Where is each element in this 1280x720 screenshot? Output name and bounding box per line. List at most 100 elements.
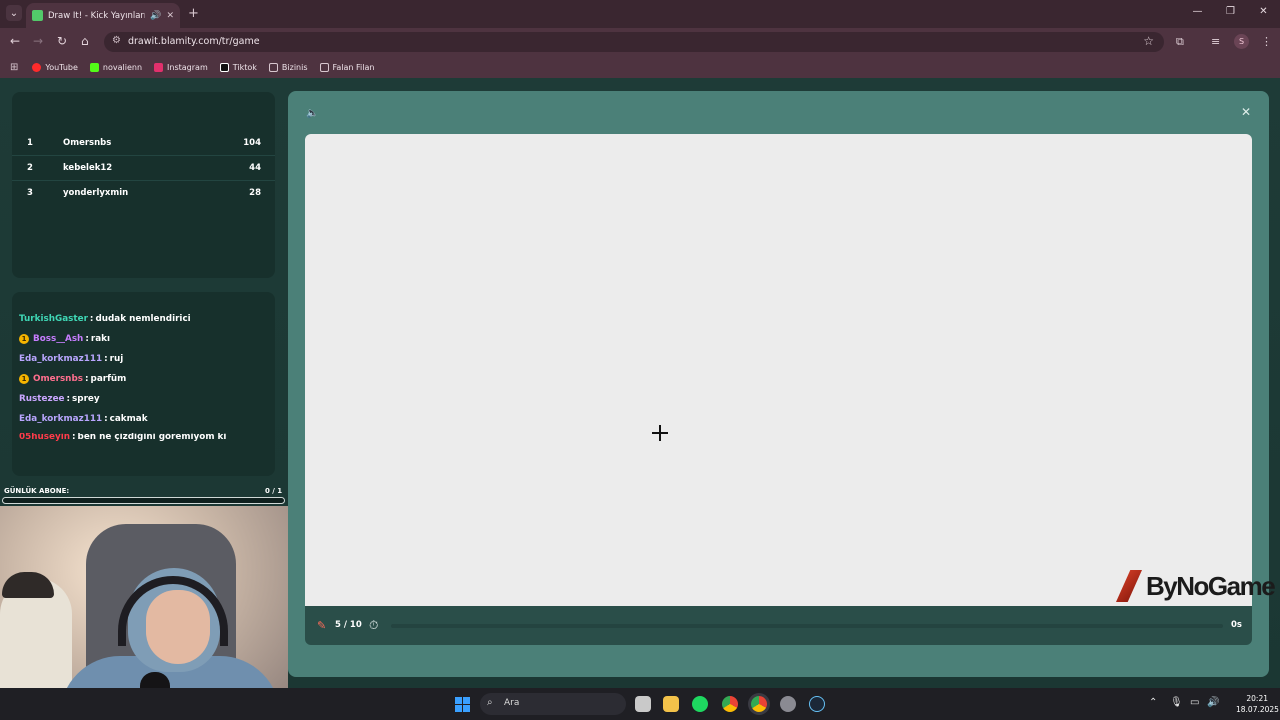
home-icon[interactable]: ⌂ [81,34,89,48]
chat-message: 1 Boss__Ash: rakı [19,334,110,344]
restore-icon[interactable]: ❐ [1214,6,1247,17]
bookmark-label: novalienn [102,62,143,72]
network-icon[interactable]: ▭ [1190,697,1199,708]
chat-username: TurkishGaster [19,314,88,324]
chat-username: Boss__Ash [33,334,84,344]
forward-icon[interactable]: → [33,34,43,48]
leaderboard-name: yonderlyxmin [63,188,129,198]
leaderboard-score: 104 [243,138,261,148]
bookmark-label: Tiktok [232,62,257,72]
leaderboard-rank: 1 [27,138,33,148]
windows-start-icon[interactable] [455,697,470,712]
taskbar-search-placeholder: Ara [504,698,520,708]
tab-search-button[interactable]: ⌄ [6,5,22,21]
pencil-icon: ✎ [317,619,327,632]
steam-icon[interactable] [809,696,825,712]
media-controls-icon[interactable]: ≡ [1211,35,1220,48]
spotify-icon[interactable] [692,696,708,712]
taskbar-search-box[interactable]: ⌕ Ara [480,693,626,715]
timer-value: 0s [1231,620,1242,630]
chat-message: 1 Omersnbs: parfüm [19,374,126,384]
subscriber-badge-icon: 1 [19,374,29,384]
leaderboard-row: 2 kebelek12 44 [12,157,275,181]
game-page: 1 Omersnbs 104 2 kebelek12 44 3 yonderly… [0,78,1280,720]
task-view-icon[interactable] [635,696,651,712]
chat-text: sprey [72,394,100,404]
timer-app-icon[interactable] [780,696,796,712]
tray-overflow-icon[interactable]: ⌃ [1149,697,1157,708]
daily-subscriber-label: GÜNLÜK ABONE: [4,487,70,495]
chat-username: 05huseyin [19,433,70,441]
leaderboard-rank: 2 [27,163,33,173]
chat-text: parfüm [90,374,127,384]
chat-message: Eda_korkmaz111: cakmak [19,414,148,424]
crosshair-cursor-icon [652,425,668,441]
tab-audio-icon[interactable]: 🔊 [150,11,161,21]
chat-message: 05huseyin: ben ne çizdiğini göremiyom ki [19,433,227,441]
chat-message: Eda_korkmaz111: ruj [19,354,124,364]
timer-progress [391,624,1223,628]
windows-taskbar: ⌕ Ara ⌃ 🎙 ▭ 🔊 20:21 18.07.2025 [0,688,1280,720]
chat-message: TurkishGaster: dudak nemlendirici [19,314,191,324]
taskbar-clock[interactable]: 20:21 18.07.2025 [1236,693,1279,715]
instagram-icon [154,62,164,72]
bookmark-youtube[interactable]: YouTube [32,62,78,72]
speaker-icon[interactable]: 🔈 [306,108,318,119]
minimize-icon[interactable]: — [1181,6,1214,17]
bookmark-novalienn[interactable]: novalienn [89,62,143,72]
bookmarks-bar: ⊞ YouTube novalienn Instagram Tiktok Biz… [0,56,1280,78]
bookmark-label: Falan Filan [332,62,375,72]
bookmark-folder-bizinis[interactable]: Bizinis [268,62,308,72]
bookmark-instagram[interactable]: Instagram [154,62,208,72]
bynogame-watermark: ByNoGame [1116,568,1276,604]
new-tab-icon[interactable]: + [188,6,199,21]
chat-message: Rustezee: sprey [19,394,100,404]
apps-grid-icon[interactable]: ⊞ [10,62,18,73]
round-counter: 5 / 10 [335,620,362,630]
browser-toolbar: ← → ↻ ⌂ ⚙ drawit.blamity.com/tr/game ☆ ⧉… [0,28,1280,56]
volume-icon[interactable]: 🔊 [1207,697,1219,708]
leaderboard-name: kebelek12 [63,163,113,173]
microphone-icon[interactable]: 🎙 [1170,697,1183,708]
round-status-bar: ✎ 5 / 10 ⏱ 0s [305,606,1252,645]
clock-date: 18.07.2025 [1236,705,1279,714]
tab-close-icon[interactable]: ✕ [166,11,174,21]
chat-text: dudak nemlendirici [95,314,191,324]
chat-username: Omersnbs [33,374,83,384]
site-info-icon[interactable]: ⚙ [112,35,121,46]
tab-title: Draw It! - Kick Yayınları İçin [48,10,146,21]
tiktok-icon [219,62,229,72]
extensions-icon[interactable]: ⧉ [1176,35,1184,49]
folder-icon [268,62,278,72]
daily-subscriber-progress [2,497,285,504]
reload-icon[interactable]: ↻ [57,34,67,48]
chevron-down-icon: ⌄ [9,7,19,19]
chat-text: ruj [109,354,124,364]
stopwatch-icon: ⏱ [369,618,379,632]
folder-icon [319,62,329,72]
chrome-icon[interactable] [722,696,738,712]
chat-text: rakı [90,334,110,344]
bookmark-star-icon[interactable]: ☆ [1143,34,1154,48]
bookmark-label: YouTube [45,62,78,72]
close-icon[interactable]: ✕ [1241,105,1251,119]
bookmark-tiktok[interactable]: Tiktok [219,62,257,72]
browser-tab-strip: ⌄ Draw It! - Kick Yayınları İçin 🔊 ✕ + —… [0,0,1280,28]
leaderboard-score: 44 [249,163,261,173]
profile-avatar[interactable]: S [1234,34,1249,49]
drawing-canvas[interactable] [305,134,1252,606]
bookmark-label: Bizinis [281,62,308,72]
leaderboard-row: 1 Omersnbs 104 [12,132,275,156]
chrome-active-icon[interactable] [751,696,767,712]
file-explorer-icon[interactable] [663,696,679,712]
back-icon[interactable]: ← [10,34,20,48]
chat-text: cakmak [109,414,148,424]
url-text[interactable]: drawit.blamity.com/tr/game [128,36,260,47]
window-close-icon[interactable]: ✕ [1247,6,1280,17]
address-bar[interactable]: ⚙ drawit.blamity.com/tr/game ☆ [104,32,1164,52]
window-controls: — ❐ ✕ [1181,6,1280,17]
chat-username: Rustezee [19,394,65,404]
browser-tab-active[interactable]: Draw It! - Kick Yayınları İçin 🔊 ✕ [26,3,180,28]
bookmark-folder-falan-filan[interactable]: Falan Filan [319,62,375,72]
browser-menu-icon[interactable]: ⋮ [1261,35,1272,48]
